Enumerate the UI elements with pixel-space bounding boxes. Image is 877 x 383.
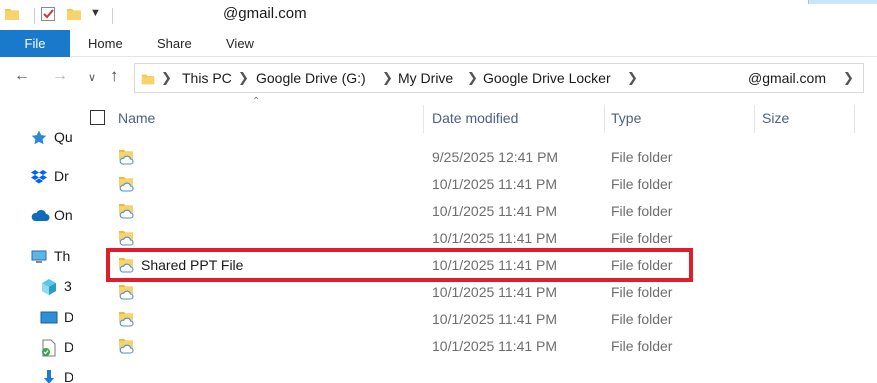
navigation-pane: Qu Dr On Th 3 D D D <box>0 99 73 383</box>
up-arrow-icon[interactable]: ↑ <box>110 66 119 86</box>
onedrive-cloud-icon <box>30 207 50 225</box>
file-type: File folder <box>611 230 673 246</box>
customize-toolbar-dropdown-icon[interactable]: ▼ <box>90 7 101 19</box>
cloud-folder-icon <box>118 283 136 303</box>
nav-item-desktop[interactable]: D <box>40 307 73 329</box>
file-type: File folder <box>611 257 673 273</box>
select-all-checkbox[interactable] <box>90 110 105 125</box>
file-row[interactable]: 10/1/2025 11:41 PM File folder <box>108 224 877 251</box>
breadcrumb-account[interactable]: @gmail.com <box>748 70 826 86</box>
file-date-modified: 9/25/2025 12:41 PM <box>432 149 559 165</box>
cloud-folder-icon <box>118 337 136 357</box>
back-arrow-icon[interactable]: ← <box>14 67 30 85</box>
nav-item-documents[interactable]: D <box>40 337 73 359</box>
breadcrumb-google-drive-locker[interactable]: Google Drive Locker <box>483 70 611 86</box>
address-row: ← → ∨ ↑ ❯ This PC ❯ Google Drive (G:) ❯ … <box>0 57 877 99</box>
file-type: File folder <box>611 176 673 192</box>
file-row[interactable]: 10/1/2025 11:41 PM File folder <box>108 278 877 305</box>
breadcrumb-chevron-icon[interactable]: ❯ <box>238 70 249 86</box>
file-date-modified: 10/1/2025 11:41 PM <box>432 338 558 354</box>
cloud-folder-icon <box>118 175 136 195</box>
file-date-modified: 10/1/2025 11:41 PM <box>432 176 558 192</box>
file-type: File folder <box>611 203 673 219</box>
column-header-type[interactable]: Type <box>611 110 641 126</box>
file-date-modified: 10/1/2025 11:41 PM <box>432 230 558 246</box>
breadcrumb-chevron-icon[interactable]: ❯ <box>382 70 393 86</box>
new-folder-icon[interactable] <box>66 6 82 25</box>
address-bar[interactable]: ❯ This PC ❯ Google Drive (G:) ❯ My Drive… <box>134 63 864 93</box>
file-row[interactable]: 10/1/2025 11:41 PM File folder <box>108 170 877 197</box>
column-divider[interactable] <box>604 105 605 133</box>
column-header-row: Name Date modified Type Size <box>73 105 877 133</box>
forward-arrow-icon[interactable]: → <box>52 67 68 85</box>
cloud-folder-icon <box>118 256 136 276</box>
file-row[interactable]: 10/1/2025 11:41 PM File folder <box>108 332 877 359</box>
breadcrumb-google-drive[interactable]: Google Drive (G:) <box>256 70 366 86</box>
column-divider[interactable] <box>754 105 755 133</box>
cloud-folder-icon <box>118 202 136 222</box>
cloud-folder-icon <box>118 229 136 249</box>
nav-item-quick-access[interactable]: Qu <box>30 127 73 149</box>
breadcrumb-this-pc[interactable]: This PC <box>182 70 232 86</box>
window-title: @gmail.com <box>223 5 307 22</box>
file-date-modified: 10/1/2025 11:41 PM <box>432 257 558 273</box>
nav-item-downloads[interactable]: D <box>40 367 73 383</box>
file-type: File folder <box>611 338 673 354</box>
desktop-icon <box>40 309 58 327</box>
tab-home[interactable]: Home <box>88 30 123 57</box>
downloads-icon <box>40 369 58 383</box>
cloud-folder-icon <box>118 310 136 330</box>
column-header-size[interactable]: Size <box>762 110 789 126</box>
file-row[interactable]: 10/1/2025 11:41 PM File folder <box>108 197 877 224</box>
column-divider[interactable] <box>854 105 855 133</box>
tab-view[interactable]: View <box>226 30 254 57</box>
file-name: Shared PPT File <box>141 257 244 273</box>
breadcrumb-my-drive[interactable]: My Drive <box>398 70 453 86</box>
file-type: File folder <box>611 311 673 327</box>
file-row[interactable]: 9/25/2025 12:41 PM File folder <box>108 143 877 170</box>
column-header-date-modified[interactable]: Date modified <box>432 110 518 126</box>
dropbox-icon <box>30 168 48 186</box>
breadcrumb-chevron-icon[interactable]: ❯ <box>627 70 638 86</box>
column-header-name[interactable]: Name <box>118 110 155 126</box>
computer-icon <box>30 248 48 266</box>
properties-checkmark-icon[interactable] <box>40 6 56 25</box>
file-type: File folder <box>611 284 673 300</box>
ribbon-tabs: File Home Share View <box>0 30 877 57</box>
nav-item-3d-objects[interactable]: 3 <box>40 276 73 298</box>
window-control-area[interactable] <box>808 0 877 4</box>
3d-objects-icon <box>40 278 58 296</box>
file-row[interactable]: Shared PPT File 10/1/2025 11:41 PM File fo… <box>108 251 877 278</box>
file-date-modified: 10/1/2025 11:41 PM <box>432 203 558 219</box>
file-row[interactable]: 10/1/2025 11:41 PM File folder <box>108 305 877 332</box>
folder-icon[interactable] <box>4 6 20 25</box>
tab-share[interactable]: Share <box>157 30 192 57</box>
star-icon <box>30 129 48 147</box>
column-divider[interactable] <box>423 105 424 133</box>
toolbar-separator <box>34 8 35 24</box>
recent-locations-chevron-icon[interactable]: ∨ <box>88 71 96 84</box>
breadcrumb-chevron-icon[interactable]: ❯ <box>161 70 172 86</box>
nav-item-onedrive[interactable]: On <box>30 205 73 227</box>
tab-file[interactable]: File <box>0 30 70 57</box>
nav-item-dropbox[interactable]: Dr <box>30 166 73 188</box>
title-bar: ▼ @gmail.com <box>0 0 877 30</box>
file-date-modified: 10/1/2025 11:41 PM <box>432 284 558 300</box>
file-list-pane: ⌃ Name Date modified Type Size 9/25/2025… <box>73 96 877 383</box>
documents-icon <box>40 339 58 357</box>
cloud-folder-icon <box>118 148 136 168</box>
toolbar-separator <box>112 8 113 24</box>
folder-icon <box>141 72 155 89</box>
file-date-modified: 10/1/2025 11:41 PM <box>432 311 558 327</box>
breadcrumb-chevron-icon[interactable]: ❯ <box>467 70 478 86</box>
file-type: File folder <box>611 149 673 165</box>
nav-item-this-pc[interactable]: Th <box>30 246 73 268</box>
breadcrumb-chevron-icon[interactable]: ❯ <box>843 70 854 86</box>
